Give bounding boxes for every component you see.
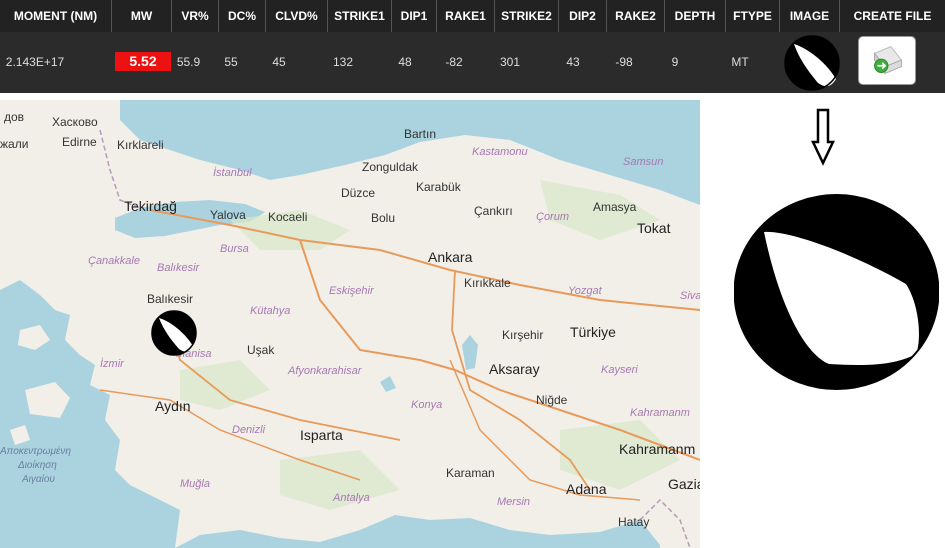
map-label: Çorum (536, 211, 570, 223)
map-label: Ankara (428, 249, 473, 265)
map-label: Kütahya (250, 305, 291, 317)
map-label: Düzce (341, 186, 376, 200)
map-beachball-marker[interactable] (151, 310, 197, 356)
create-file-icon (873, 46, 903, 75)
table-header: MOMENT (NM) MW VR% DC% CLVD% STRIKE1 DIP… (0, 0, 945, 32)
cell-dip1: 48 (398, 55, 412, 69)
map-label: Hatay (618, 515, 650, 529)
map-label: Αποκεντρωμένη (0, 446, 71, 457)
header-create-file: CREATE FILE (853, 9, 932, 23)
map-label: Konya (411, 399, 443, 411)
header-ftype: FTYPE (726, 0, 780, 32)
cell-moment: 2.143E+17 (5, 55, 65, 69)
map-label: дов (4, 110, 25, 124)
map-label: Gazia (668, 476, 700, 492)
map-label: Edirne (62, 135, 97, 149)
map-label: Διοίκηση (18, 460, 57, 471)
map-label: Tekirdağ (124, 198, 177, 214)
cell-ftype: MT (731, 55, 749, 69)
cell-dip2: 43 (566, 55, 580, 69)
header-dip2: DIP2 (559, 0, 607, 32)
map-label: Amasya (593, 200, 637, 214)
header-vr: VR% (172, 0, 219, 32)
map-label: Kahramanm (619, 441, 696, 457)
map-label: Tokat (637, 220, 671, 236)
cell-clvd: 45 (272, 55, 286, 69)
map-label: İstanbul (213, 167, 252, 179)
map-label: Kayseri (601, 364, 638, 376)
map-label: Mersin (497, 496, 531, 508)
map-label: Kahramanm (630, 407, 690, 419)
map-label: Kırıkkale (464, 276, 511, 290)
map-label: Aydın (155, 398, 191, 414)
map-label: Kırşehir (502, 328, 544, 342)
map-label: İzmir (100, 358, 124, 370)
map-label: Uşak (247, 343, 275, 357)
map-view[interactable]: дов Хасково жали Edirne Kırklareli Tekir… (0, 100, 700, 548)
map-label: жали (0, 137, 29, 151)
beachball-icon[interactable] (784, 35, 840, 91)
header-dc: DC% (219, 0, 266, 32)
down-arrow-icon (811, 108, 835, 166)
cell-rake1: -82 (445, 55, 463, 69)
map-label: Yozgat (568, 285, 602, 297)
header-strike1: STRIKE1 (328, 0, 392, 32)
map-label: Bolu (371, 211, 396, 225)
cell-rake2: -98 (615, 55, 633, 69)
map-label: Balıkesir (157, 262, 200, 274)
header-strike2: STRIKE2 (495, 0, 559, 32)
cell-strike1: 132 (332, 55, 354, 69)
header-dip1: DIP1 (392, 0, 437, 32)
map-label: Kırklareli (117, 138, 164, 152)
map-label: Siva (680, 290, 700, 302)
header-depth: DEPTH (665, 0, 726, 32)
cell-dc: 55 (224, 55, 238, 69)
map-label: Bursa (220, 243, 249, 255)
header-mw: MW (112, 0, 172, 32)
map-label: Türkiye (570, 324, 616, 340)
beachball-large (734, 194, 939, 390)
mw-badge: 5.52 (115, 52, 171, 71)
map-label: Bartın (404, 127, 437, 141)
map-label: Denizli (232, 424, 266, 436)
map-label: Aksaray (489, 361, 540, 377)
header-rake1: RAKE1 (437, 0, 495, 32)
map-label: Balıkesir (147, 292, 194, 306)
map-label: Kastamonu (472, 146, 528, 158)
header-image: IMAGE (780, 0, 840, 32)
map-label: Eskişehir (329, 285, 374, 297)
map-label: Αιγαίου (22, 474, 55, 485)
map-label: Zonguldak (362, 160, 419, 174)
map-label: Muğla (180, 478, 210, 490)
header-moment: MOMENT (NM) (0, 0, 112, 32)
map-label: Yalova (210, 208, 246, 222)
map-label: Niğde (536, 393, 568, 407)
map-label: Samsun (623, 156, 664, 168)
header-rake2: RAKE2 (607, 0, 665, 32)
map-label: Karabük (416, 180, 461, 194)
create-file-button[interactable] (858, 36, 916, 85)
table-row: 2.143E+17 5.52 55.9 55 45 132 48 -82 301… (0, 32, 945, 93)
map-label: Çankırı (474, 204, 513, 218)
map-label: Хасково (52, 115, 98, 129)
map-label: Afyonkarahisar (288, 365, 362, 377)
cell-strike2: 301 (499, 55, 521, 69)
map-label: Adana (566, 481, 607, 497)
map-label: Çanakkale (88, 255, 140, 267)
results-table: MOMENT (NM) MW VR% DC% CLVD% STRIKE1 DIP… (0, 0, 945, 93)
map-label: Antalya (333, 492, 370, 504)
map-label: Kocaeli (268, 210, 308, 224)
cell-vr: 55.9 (176, 55, 201, 69)
map-label: Karaman (446, 466, 495, 480)
map-label: Isparta (300, 427, 343, 443)
cell-depth: 9 (671, 55, 679, 69)
header-clvd: CLVD% (266, 0, 328, 32)
